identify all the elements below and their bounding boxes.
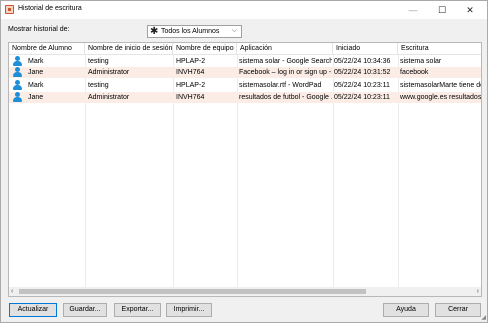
help-button[interactable]: Ayuda xyxy=(383,303,429,317)
minimize-button[interactable]: — xyxy=(399,1,427,19)
cell-computer: HPLAP-2 xyxy=(176,82,206,89)
cell-login: Administrator xyxy=(88,69,130,76)
cell-login: testing xyxy=(88,82,109,89)
app-icon xyxy=(5,5,14,14)
history-window: Historial de escritura — ☐ ✕ Mostrar his… xyxy=(0,0,488,323)
dropdown-selected-value: Todos los Alumnos xyxy=(161,28,220,35)
maximize-button[interactable]: ☐ xyxy=(428,1,456,19)
cell-application: sistema solar - Google Search ... xyxy=(239,58,332,65)
table-header: Nombre de Alumno Nombre de inicio de ses… xyxy=(9,43,481,55)
close-window-button[interactable]: ✕ xyxy=(456,1,484,19)
table-row[interactable]: Mark testing HPLAP-2 sistema solar - Goo… xyxy=(9,56,481,67)
scrollbar-thumb[interactable] xyxy=(19,289,366,294)
title-bar[interactable]: Historial de escritura — ☐ ✕ xyxy=(1,1,487,19)
cell-started: 05/22/24 10:34:36 xyxy=(334,58,391,65)
cell-started: 05/22/24 10:23:11 xyxy=(334,94,390,101)
cell-student: Jane xyxy=(28,94,44,101)
column-header-application[interactable]: Aplicación xyxy=(237,43,333,55)
resize-grip-icon[interactable]: ◢ xyxy=(481,314,486,321)
cell-typing: www.google.es resultados xyxy=(400,94,482,101)
cell-typing: facebook xyxy=(400,69,429,76)
column-header-computer[interactable]: Nombre de equipo xyxy=(173,43,237,55)
table-row[interactable]: Jane Administrator INVH764 resultados de… xyxy=(9,92,482,103)
history-table: Nombre de Alumno Nombre de inicio de ses… xyxy=(8,42,482,297)
cell-started: 05/22/24 10:31:52 xyxy=(334,69,391,76)
close-button[interactable]: Cerrar xyxy=(435,303,481,317)
cell-typing: sistema solar xyxy=(400,58,442,65)
print-button[interactable]: Imprimir... xyxy=(166,303,212,317)
cell-application: resultados de futbol - Google ... xyxy=(239,94,332,101)
cell-student: Jane xyxy=(28,69,44,76)
table-row[interactable]: Mark testing HPLAP-2 sistemasolar.rtf - … xyxy=(9,80,482,91)
scroll-left-icon[interactable]: ‹ xyxy=(11,287,13,296)
cell-login: testing xyxy=(88,58,109,65)
cell-computer: HPLAP-2 xyxy=(176,58,206,65)
scroll-right-icon[interactable]: › xyxy=(477,287,479,296)
asterisk-icon: ✱ xyxy=(150,26,159,37)
window-title: Historial de escritura xyxy=(18,5,82,12)
student-filter-dropdown[interactable]: ✱ Todos los Alumnos ⌵ xyxy=(147,25,242,38)
column-header-typing[interactable]: Escritura xyxy=(398,43,481,55)
cell-student: Mark xyxy=(28,58,44,65)
save-button[interactable]: Guardar... xyxy=(63,303,107,317)
column-header-started[interactable]: Iniciado xyxy=(333,43,398,55)
column-header-student[interactable]: Nombre de Alumno xyxy=(9,43,85,55)
column-header-login[interactable]: Nombre de inicio de sesión xyxy=(85,43,173,55)
refresh-button[interactable]: Actualizar xyxy=(9,303,57,317)
cell-computer: INVH764 xyxy=(176,69,205,76)
chevron-down-icon: ⌵ xyxy=(231,27,237,34)
filter-label: Mostrar historial de: xyxy=(8,26,70,33)
cell-application: Facebook – log in or sign up -... xyxy=(239,69,332,76)
horizontal-scrollbar[interactable]: ‹ › xyxy=(9,287,481,296)
table-row[interactable]: Jane Administrator INVH764 Facebook – lo… xyxy=(9,67,481,78)
cell-started: 05/22/24 10:23:11 xyxy=(334,82,390,89)
cell-computer: INVH764 xyxy=(176,94,205,101)
export-button[interactable]: Exportar... xyxy=(114,303,161,317)
user-icon xyxy=(13,56,22,67)
cell-application: sistemasolar.rtf - WordPad xyxy=(239,82,322,89)
user-icon xyxy=(13,80,22,91)
cell-typing: sistemasolarMarte tiene dos xyxy=(400,82,482,89)
user-icon xyxy=(13,67,22,78)
user-icon xyxy=(13,92,22,103)
cell-student: Mark xyxy=(28,82,44,89)
cell-login: Administrator xyxy=(88,94,130,101)
